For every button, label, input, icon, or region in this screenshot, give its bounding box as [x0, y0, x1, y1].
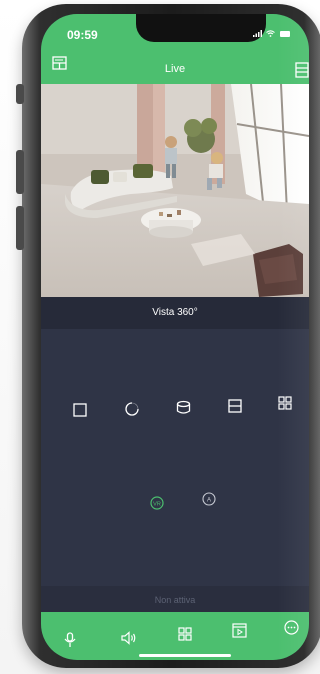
view-mode-label: Vista 360° — [41, 297, 309, 329]
quad-view-icon[interactable] — [278, 396, 292, 415]
status-text: Non attiva — [41, 586, 309, 614]
speaker-icon[interactable] — [121, 631, 138, 650]
phone-screen: 09:59 Live Vista 360° VR A Non attiva — [41, 14, 309, 660]
wifi-icon — [265, 28, 279, 38]
playback-icon[interactable] — [232, 623, 247, 643]
svg-text:A: A — [207, 497, 211, 503]
auto-icon[interactable]: A — [202, 492, 216, 511]
home-indicator[interactable] — [139, 654, 231, 657]
list-panel-icon[interactable] — [295, 62, 309, 83]
more-icon[interactable] — [284, 620, 299, 640]
svg-text:VR: VR — [153, 501, 161, 507]
cylinder-view-icon[interactable] — [176, 400, 191, 420]
page-title: Live — [164, 63, 186, 75]
vr-icon[interactable]: VR — [150, 496, 164, 515]
signal-icon — [253, 28, 266, 38]
status-time: 09:59 — [67, 28, 98, 42]
notch — [136, 14, 266, 42]
fisheye-view-icon[interactable] — [125, 402, 139, 421]
status-icons — [253, 28, 291, 38]
grid-icon[interactable] — [178, 627, 192, 646]
microphone-icon[interactable] — [64, 632, 76, 653]
single-view-icon[interactable] — [73, 403, 87, 422]
side-button — [16, 84, 24, 104]
side-button — [16, 150, 24, 194]
battery-icon — [280, 30, 291, 37]
side-button — [16, 206, 24, 250]
bottom-nav — [41, 612, 309, 660]
split-two-icon[interactable] — [228, 399, 242, 418]
live-video-feed[interactable] — [41, 84, 309, 297]
top-bar: 09:59 Live — [41, 14, 309, 84]
control-panel: VR A — [41, 329, 309, 597]
